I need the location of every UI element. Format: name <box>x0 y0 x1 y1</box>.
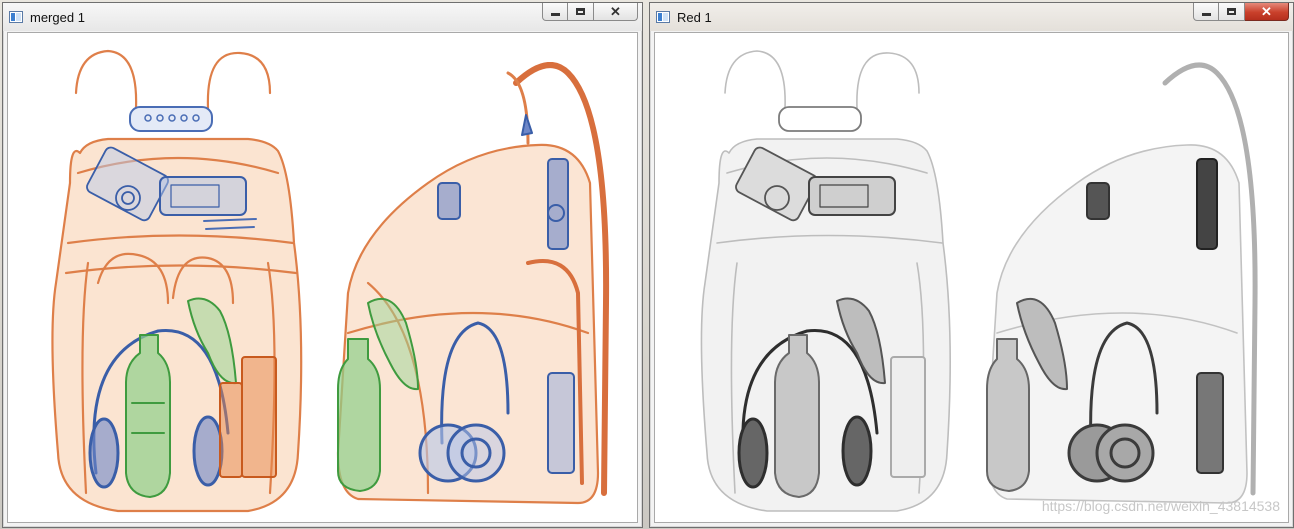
xray-image-color <box>51 49 610 513</box>
app-icon[interactable] <box>656 11 670 23</box>
minimize-button[interactable] <box>1193 3 1219 21</box>
window-merged[interactable]: merged 1 ✕ <box>2 2 643 528</box>
window-red-channel[interactable]: Red 1 ✕ https://blog.csdn.net/weixin_438… <box>649 2 1294 528</box>
minimize-icon <box>550 12 560 16</box>
watermark-text: https://blog.csdn.net/weixin_43814538 <box>1041 498 1280 514</box>
maximize-icon <box>576 8 585 15</box>
close-icon: ✕ <box>1261 3 1272 19</box>
title-bar[interactable]: merged 1 ✕ <box>3 3 642 31</box>
maximize-icon <box>1227 8 1236 15</box>
window-controls: ✕ <box>542 3 638 23</box>
minimize-button[interactable] <box>542 3 568 21</box>
window-title: Red 1 <box>677 10 712 25</box>
window-title: merged 1 <box>30 10 85 25</box>
window-controls: ✕ <box>1193 3 1289 23</box>
close-button[interactable]: ✕ <box>594 3 638 21</box>
app-icon[interactable] <box>9 11 23 23</box>
bottle-item <box>125 334 171 498</box>
title-bar[interactable]: Red 1 ✕ <box>650 3 1293 31</box>
image-canvas <box>7 32 638 523</box>
phone-item <box>159 176 247 216</box>
maximize-button[interactable] <box>568 3 594 21</box>
close-button[interactable]: ✕ <box>1245 3 1289 21</box>
xray-image-grayscale <box>700 50 1258 512</box>
close-icon: ✕ <box>610 3 621 19</box>
minimize-icon <box>1201 12 1211 16</box>
maximize-button[interactable] <box>1219 3 1245 21</box>
image-canvas: https://blog.csdn.net/weixin_43814538 <box>654 32 1289 523</box>
